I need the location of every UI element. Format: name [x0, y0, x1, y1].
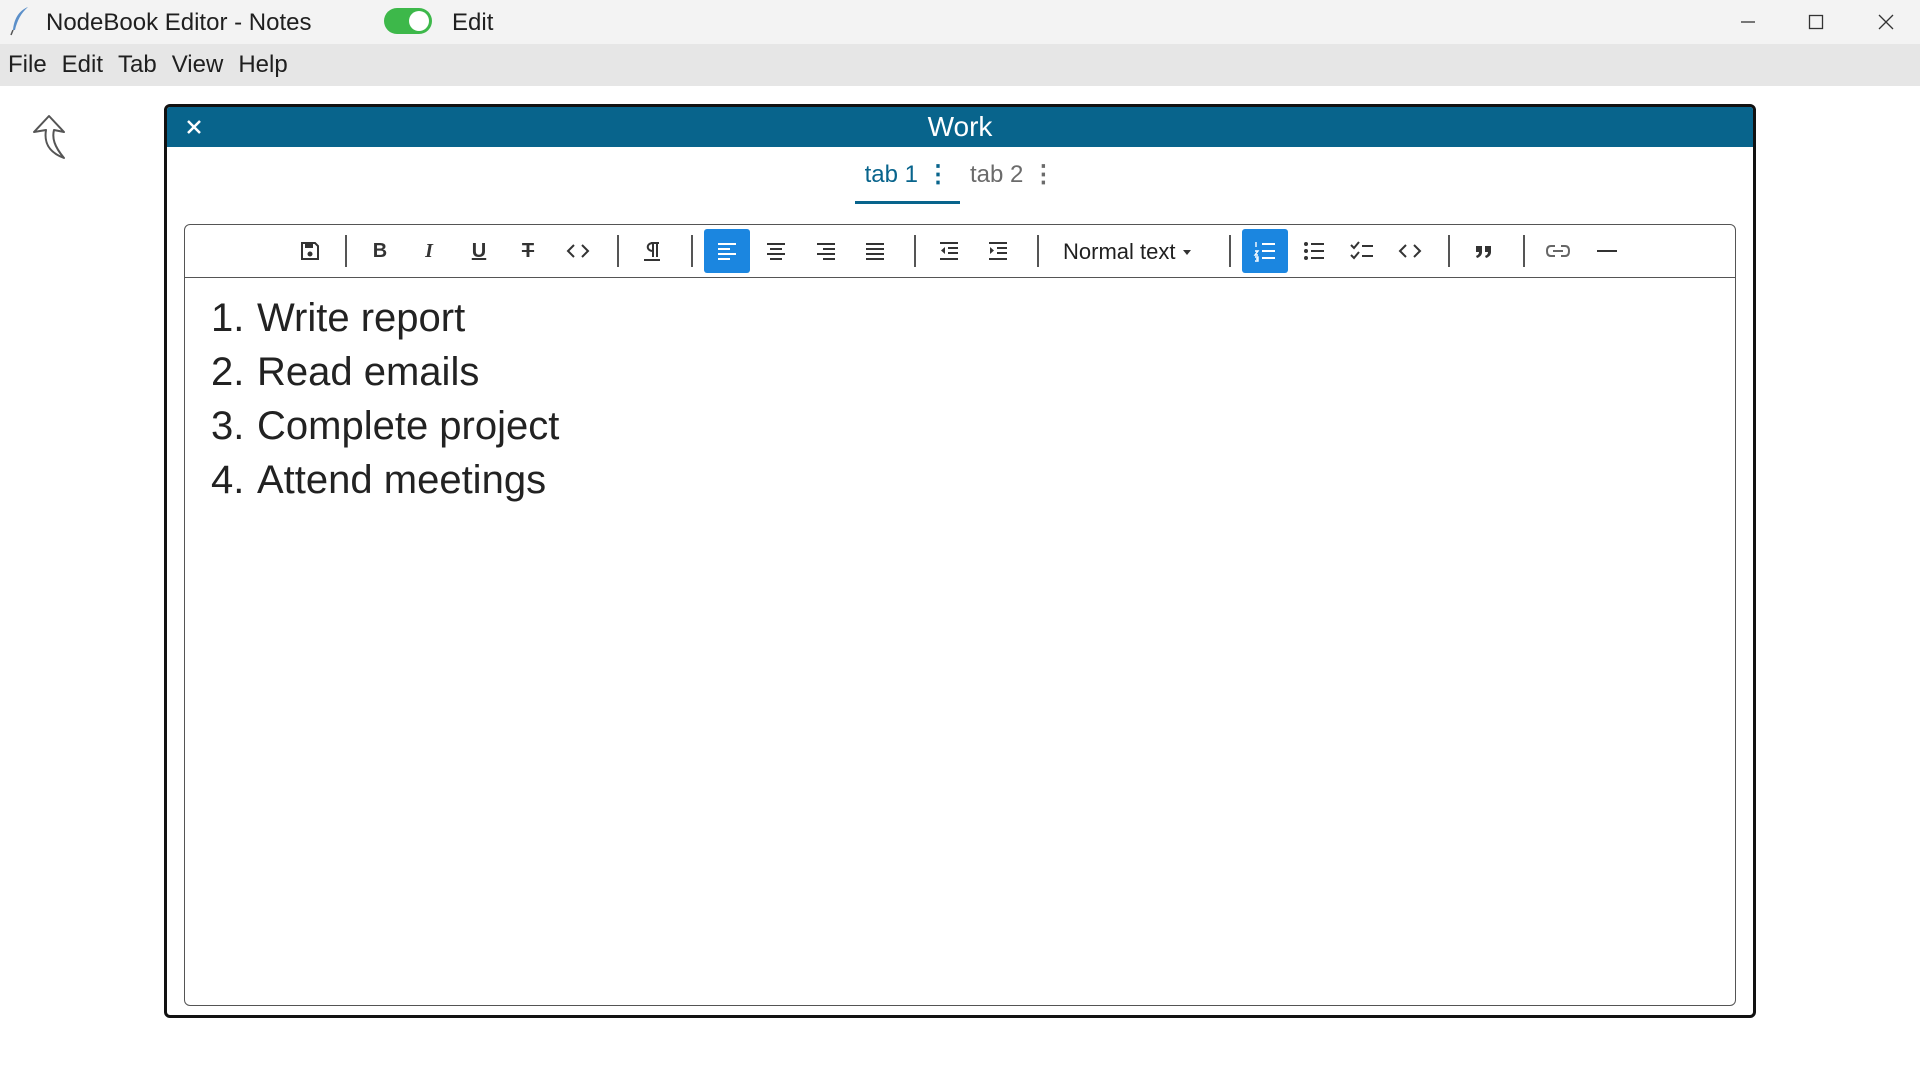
- italic-icon: I: [425, 239, 433, 262]
- close-icon: [1878, 14, 1894, 30]
- close-window-button[interactable]: [1852, 0, 1920, 44]
- paragraph-button[interactable]: [629, 229, 675, 273]
- minimize-button[interactable]: [1714, 0, 1782, 44]
- title-bar: NodeBook Editor - Notes Edit: [0, 0, 1920, 44]
- panel-header: Work: [167, 107, 1753, 147]
- list-number: 1.: [211, 296, 245, 340]
- list-item-text: Attend meetings: [257, 458, 547, 502]
- list-item: 1. Write report: [211, 291, 559, 345]
- document-content[interactable]: 1. Write report 2. Read emails 3. Complete …: [211, 291, 559, 507]
- toolbar-separator: [914, 235, 916, 267]
- code-block-icon: [1398, 244, 1422, 258]
- pilcrow-icon: [644, 242, 660, 261]
- app-title: NodeBook Editor - Notes: [46, 9, 312, 36]
- list-number: 2.: [211, 350, 245, 394]
- list-number: 3.: [211, 404, 245, 448]
- caret-down-icon: [1183, 249, 1192, 255]
- strikethrough-icon: T: [521, 239, 535, 262]
- notebook-panel: Work tab 1 ⋮ tab 2 ⋮ B I U T Normal text…: [164, 104, 1756, 1018]
- align-justify-button[interactable]: [852, 229, 898, 273]
- ordered-list-icon: [1253, 242, 1275, 262]
- bullet-list-button[interactable]: [1291, 229, 1337, 273]
- rich-text-editor: B I U T Normal text 1. Write report 2. R…: [184, 224, 1736, 1006]
- list-item-text: Complete project: [257, 404, 560, 448]
- tab-1[interactable]: tab 1 ⋮: [854, 157, 960, 204]
- tab-2[interactable]: tab 2 ⋮: [960, 157, 1065, 201]
- code-block-button[interactable]: [1387, 229, 1433, 273]
- menu-help[interactable]: Help: [238, 51, 287, 79]
- align-center-icon: [767, 243, 785, 260]
- quote-icon: [1476, 246, 1491, 258]
- blockquote-button[interactable]: [1461, 229, 1507, 273]
- align-left-icon: [718, 243, 736, 260]
- indent-icon: [989, 242, 1007, 260]
- text-style-value: Normal text: [1063, 239, 1176, 264]
- minimize-icon: [1741, 21, 1755, 23]
- italic-button[interactable]: I: [406, 229, 452, 273]
- strikethrough-button[interactable]: T: [505, 229, 551, 273]
- align-right-button[interactable]: [803, 229, 849, 273]
- align-justify-icon: [866, 243, 884, 260]
- toolbar-separator: [1229, 235, 1231, 267]
- up-arrow-icon[interactable]: [26, 112, 72, 162]
- menu-tab[interactable]: Tab: [118, 51, 157, 79]
- save-button[interactable]: [287, 229, 333, 273]
- horizontal-rule-button[interactable]: [1584, 229, 1630, 273]
- tab-label: tab 1: [864, 161, 918, 188]
- ordered-list-button[interactable]: [1242, 229, 1288, 273]
- align-left-button[interactable]: [704, 229, 750, 273]
- maximize-button[interactable]: [1782, 0, 1850, 44]
- list-item: 3. Complete project: [211, 399, 559, 453]
- outdent-icon: [940, 242, 958, 260]
- outdent-button[interactable]: [926, 229, 972, 273]
- edit-toggle-label: Edit: [452, 9, 494, 36]
- horizontal-rule-icon: [1597, 250, 1617, 252]
- menu-view[interactable]: View: [172, 51, 224, 79]
- list-number: 4.: [211, 458, 245, 502]
- toolbar-separator: [617, 235, 619, 267]
- checklist-icon: [1350, 241, 1373, 260]
- underline-button[interactable]: U: [456, 229, 502, 273]
- indent-button[interactable]: [975, 229, 1021, 273]
- toolbar-separator: [1448, 235, 1450, 267]
- toolbar-separator: [691, 235, 693, 267]
- tab-strip: tab 1 ⋮ tab 2 ⋮: [167, 157, 1753, 204]
- checklist-button[interactable]: [1339, 229, 1385, 273]
- menu-file[interactable]: File: [8, 51, 47, 79]
- align-center-button[interactable]: [753, 229, 799, 273]
- more-vertical-icon[interactable]: ⋮: [926, 163, 950, 187]
- bold-icon: B: [372, 239, 388, 262]
- list-item: 2. Read emails: [211, 345, 559, 399]
- inline-code-button[interactable]: [555, 229, 601, 273]
- toolbar-separator: [1523, 235, 1525, 267]
- list-item: 4. Attend meetings: [211, 453, 559, 507]
- editor-toolbar: B I U T Normal text: [185, 225, 1735, 278]
- save-icon: [301, 242, 319, 260]
- edit-toggle[interactable]: [384, 8, 432, 34]
- tab-label: tab 2: [970, 161, 1024, 188]
- toolbar-separator: [1037, 235, 1039, 267]
- bullet-list-icon: [1304, 242, 1324, 260]
- link-icon: [1545, 245, 1571, 257]
- feather-pen-icon: [10, 7, 28, 36]
- align-right-icon: [817, 243, 835, 260]
- underline-icon: U: [471, 239, 487, 262]
- list-item-text: Read emails: [257, 350, 480, 394]
- ordered-list: 1. Write report 2. Read emails 3. Complete …: [211, 291, 559, 507]
- more-vertical-icon[interactable]: ⋮: [1031, 163, 1055, 187]
- bold-button[interactable]: B: [357, 229, 403, 273]
- panel-title: Work: [927, 111, 993, 142]
- text-style-select[interactable]: Normal text: [1063, 239, 1192, 265]
- menu-bar: File Edit Tab View Help: [0, 44, 1920, 86]
- maximize-icon: [1808, 14, 1824, 30]
- link-button[interactable]: [1535, 229, 1581, 273]
- code-icon: [566, 244, 590, 258]
- menu-edit[interactable]: Edit: [62, 51, 103, 79]
- toolbar-separator: [345, 235, 347, 267]
- list-item-text: Write report: [257, 296, 466, 340]
